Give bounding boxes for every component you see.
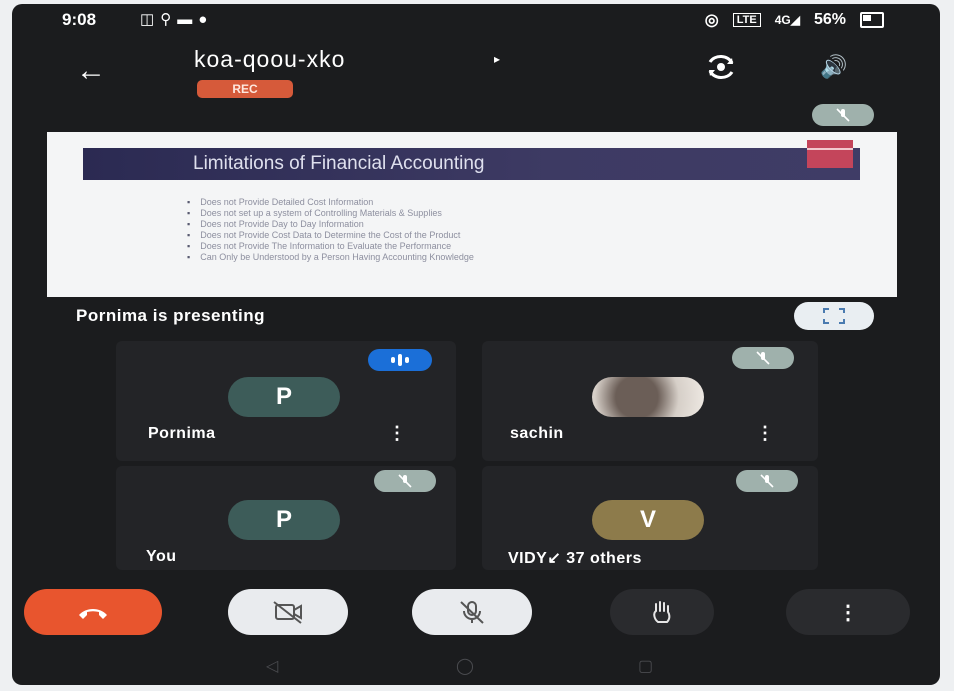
others-count-label: VIDY↙ 37 others [508,550,642,567]
presentation-slide[interactable]: Limitations of Financial Accounting Does… [47,132,897,297]
avatar: P [228,500,340,540]
slide-bullet: Does not Provide Cost Data to Determine … [187,230,474,241]
more-options-icon[interactable]: ⋮ [756,423,774,444]
avatar-initial: P [275,506,292,533]
volte-icon: LTE [732,13,761,27]
notification-icons: ◫⚲▬● [140,10,213,28]
participant-tile[interactable]: V VIDY↙ 37 others [482,466,818,570]
hotspot-icon: ◎ [704,12,719,29]
slide-accent [807,140,853,168]
participant-name: Pornima [148,425,216,442]
mic-toggle-button[interactable] [412,589,532,635]
fullscreen-icon[interactable] [794,302,874,330]
nav-recents-icon[interactable]: ▢ [638,656,653,676]
mic-notification-icon: ● [198,11,214,28]
message-notification-icon: ▬ [177,11,199,28]
presenting-text: Pornima is presenting [76,306,266,325]
slide-bullet: Can Only be Understood by a Person Havin… [187,252,474,263]
mic-off-icon [374,470,436,492]
more-icon[interactable]: ⋮ [786,589,910,635]
battery-icon [860,12,884,28]
participant-tile[interactable]: P Pornima ⋮ [116,341,456,461]
avatar: V [592,500,704,540]
status-time: 9:08 [62,10,97,29]
status-bar: 9:08 ◫⚲▬● ◎ LTE 4G◢ 56% [12,4,940,36]
raise-hand-button[interactable] [610,589,714,635]
video-notification-icon: ◫ [140,11,161,28]
slide-title: Limitations of Financial Accounting [83,148,860,180]
camera-off-icon [273,601,302,624]
camera-toggle-button[interactable] [228,589,348,635]
battery-percent: 56% [813,11,846,28]
presenter-muted-icon [812,104,874,126]
mic-off-icon [460,601,484,624]
slide-bullet: Does not Provide Day to Day Information [187,219,474,230]
avatar-initial: V [639,506,656,533]
mic-off-icon [736,470,798,492]
slide-bullets: Does not Provide Detailed Cost Informati… [187,197,474,263]
chevron-right-icon[interactable]: ▸ [494,52,500,66]
avatar: P [228,377,340,417]
signal-4g-icon: 4G◢ [774,13,800,27]
end-call-button[interactable] [24,589,162,635]
raise-hand-icon [653,601,671,623]
avatar [592,377,704,417]
participant-name: You [146,548,177,565]
switch-camera-icon[interactable] [704,54,740,80]
status-right: ◎ LTE 4G◢ 56% [705,10,884,30]
end-call-icon [79,609,107,619]
participant-tile[interactable]: sachin ⋮ [482,341,818,461]
back-arrow-icon[interactable]: ← [76,54,106,88]
meeting-code: koa-qoou-xko [194,46,346,72]
speaking-indicator-icon [368,349,432,371]
search-notification-icon: ⚲ [160,11,178,28]
participant-tile[interactable]: P You [116,466,456,570]
slide-bullet: Does not Provide Detailed Cost Informati… [187,197,474,208]
avatar-initial: P [275,383,292,410]
more-options-icon[interactable]: ⋮ [388,423,406,444]
mic-off-icon [732,347,794,369]
slide-bullet: Does not Provide The Information to Eval… [187,241,474,252]
slide-bullet: Does not set up a system of Controlling … [187,208,474,219]
nav-home-icon[interactable]: ◯ [456,656,474,676]
nav-back-icon[interactable]: ◁ [266,656,278,676]
phone-screen: 9:08 ◫⚲▬● ◎ LTE 4G◢ 56% ← koa-qoou-xko ▸… [12,4,940,685]
speaker-icon[interactable]: 🔊 [820,54,847,80]
recording-badge: REC [197,80,293,98]
participant-name: sachin [510,425,564,442]
